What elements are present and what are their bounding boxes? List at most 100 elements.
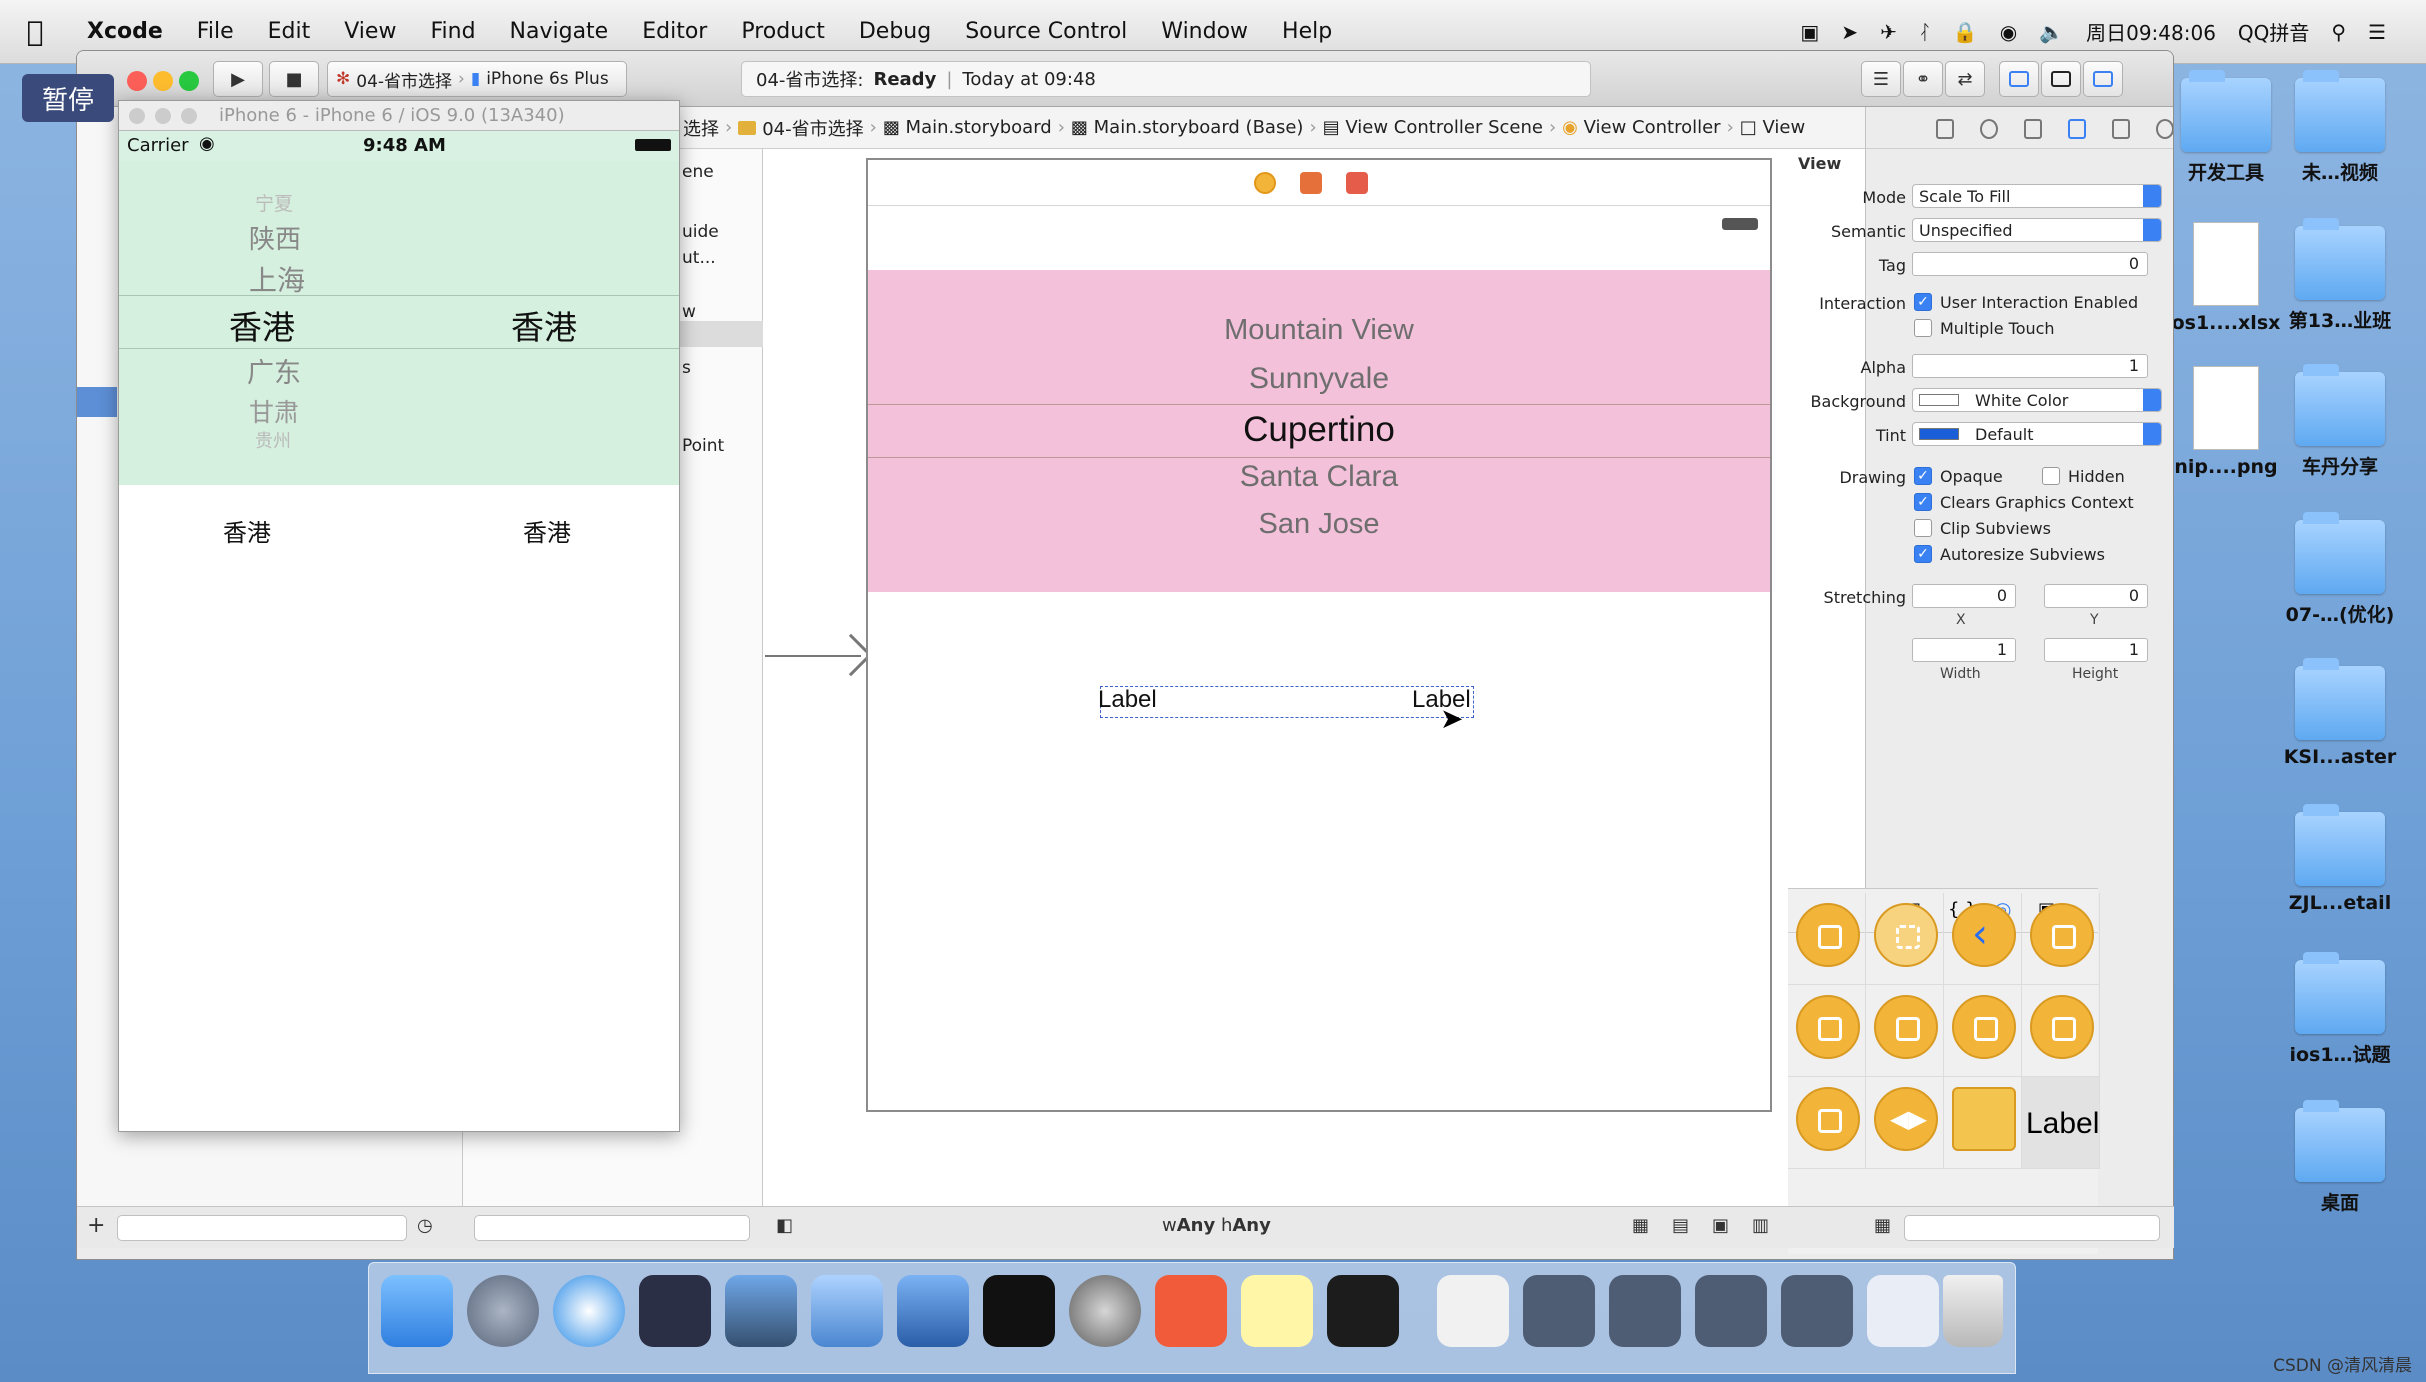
library-item[interactable] [1944, 985, 2022, 1077]
clears-graphics-checkbox[interactable]: ✓ [1914, 493, 1932, 511]
standard-editor-icon[interactable]: ☰ [1861, 61, 1901, 97]
launchpad-icon[interactable] [467, 1275, 539, 1347]
library-item[interactable] [1866, 985, 1944, 1077]
location-icon[interactable]: ➤ [1841, 20, 1858, 44]
tag-field[interactable]: 0 [1912, 252, 2148, 276]
minimized-window-icon[interactable] [1695, 1275, 1767, 1347]
wifi-icon[interactable]: ◉ [2000, 20, 2017, 44]
library-item[interactable] [1788, 893, 1866, 985]
pause-badge[interactable]: 暂停 [22, 74, 114, 122]
desktop-icon[interactable]: ZJL...etail [2272, 804, 2408, 914]
exit-icon[interactable] [1346, 172, 1368, 194]
outline-item[interactable]: ut... [682, 248, 716, 268]
system-preferences-icon[interactable] [1069, 1275, 1141, 1347]
desktop-icon[interactable]: 07-…(优化) [2272, 512, 2408, 627]
desktop-icon[interactable]: 未…视频 [2272, 70, 2408, 185]
menu-find[interactable]: Find [413, 19, 492, 44]
minimized-window-icon[interactable] [1523, 1275, 1595, 1347]
clip-subviews-checkbox[interactable] [1914, 519, 1932, 537]
outline-item[interactable]: s [682, 358, 691, 378]
library-item[interactable] [1866, 893, 1944, 985]
menu-view[interactable]: View [327, 19, 413, 44]
library-item[interactable]: ‹ [1944, 893, 2022, 985]
screen-record-icon[interactable]: ▣ [1800, 20, 1819, 44]
assistant-editor-icon[interactable]: ⚭ [1903, 61, 1943, 97]
navigator-filter-input[interactable] [117, 1215, 407, 1241]
xcode-icon[interactable] [811, 1275, 883, 1347]
recent-files-icon[interactable]: ◷ [417, 1215, 433, 1236]
align-icon[interactable]: ▤ [1672, 1215, 1689, 1236]
menu-source-control[interactable]: Source Control [948, 19, 1144, 44]
notification-center-icon[interactable]: ☰ [2368, 20, 2386, 44]
bluetooth-icon[interactable]: ᛮ [1919, 20, 1931, 44]
scheme-selector[interactable]: ✻ 04-省市选择 › ▮ iPhone 6s Plus [327, 61, 627, 97]
toggle-debug-area-icon[interactable] [2041, 61, 2081, 97]
library-filter-input[interactable] [1904, 1215, 2160, 1241]
view-controller-icon[interactable] [1254, 172, 1276, 194]
lock-icon[interactable]: 🔒 [1953, 20, 1978, 44]
jumpbar-item[interactable]: View Controller Scene [1345, 117, 1543, 138]
tint-popup[interactable]: Default [1912, 422, 2162, 446]
version-editor-icon[interactable]: ⇄ [1945, 61, 1985, 97]
preview-icon[interactable] [1437, 1275, 1509, 1347]
menu-app-name[interactable]: Xcode [70, 19, 180, 44]
jumpbar-item[interactable]: 选择 [683, 115, 719, 141]
airplane-icon[interactable]: ✈ [1880, 20, 1897, 44]
stretch-height-field[interactable]: 1 [2044, 638, 2148, 662]
stretch-width-field[interactable]: 1 [1912, 638, 2016, 662]
sim-minimize-icon[interactable] [155, 108, 171, 124]
presentation-app-icon[interactable] [1155, 1275, 1227, 1347]
outline-item[interactable]: Point [682, 436, 724, 456]
library-item[interactable] [1788, 985, 1866, 1077]
menu-file[interactable]: File [180, 19, 251, 44]
connections-inspector-icon[interactable] [2156, 119, 2173, 139]
jumpbar-item[interactable]: Main.storyboard [906, 117, 1052, 138]
add-icon[interactable]: + [87, 1213, 105, 1238]
desktop-icon[interactable]: 车丹分享 [2272, 364, 2408, 479]
minimized-window-icon[interactable] [1781, 1275, 1853, 1347]
menu-editor[interactable]: Editor [625, 19, 724, 44]
safari-icon[interactable] [553, 1275, 625, 1347]
finder-icon[interactable] [381, 1275, 453, 1347]
stretch-y-field[interactable]: 0 [2044, 584, 2148, 608]
stretch-x-field[interactable]: 0 [1912, 584, 2016, 608]
semantic-popup[interactable]: Unspecified [1912, 218, 2162, 242]
console-icon[interactable] [1327, 1275, 1399, 1347]
menu-product[interactable]: Product [724, 19, 842, 44]
background-popup[interactable]: White Color [1912, 388, 2162, 412]
mode-popup[interactable]: Scale To Fill [1912, 184, 2162, 208]
library-item[interactable] [1788, 1077, 1866, 1169]
resolve-issues-icon[interactable]: ▥ [1752, 1215, 1769, 1236]
view-controller-scene[interactable]: Mountain View Sunnyvale Cupertino Santa … [866, 158, 1772, 1112]
menu-help[interactable]: Help [1265, 19, 1349, 44]
desktop-icon[interactable]: KSI...aster [2272, 658, 2408, 768]
toggle-utilities-icon[interactable] [2083, 61, 2123, 97]
menu-window[interactable]: Window [1144, 19, 1265, 44]
autoresize-checkbox[interactable]: ✓ [1914, 545, 1932, 563]
size-class-control[interactable]: wAny hAny [1162, 1215, 1271, 1236]
volume-icon[interactable]: 🔈 [2039, 20, 2064, 44]
multiple-touch-checkbox[interactable] [1914, 319, 1932, 337]
jumpbar-item[interactable]: Main.storyboard (Base) [1094, 117, 1304, 138]
jumpbar-item[interactable]: 04-省市选择 [762, 115, 863, 141]
sim-close-icon[interactable] [129, 108, 145, 124]
terminal-icon[interactable] [983, 1275, 1055, 1347]
simulator-picker-view[interactable]: 宁夏 陕西 上海 香港 香港 广东 甘肃 贵州 [119, 161, 679, 485]
zoom-window-icon[interactable] [179, 71, 199, 91]
instruments-icon[interactable] [897, 1275, 969, 1347]
desktop-icon[interactable]: 第13…业班 [2272, 218, 2408, 333]
library-item-label[interactable]: Label [2022, 1077, 2100, 1169]
apple-menu-icon[interactable]:  [0, 15, 70, 48]
input-method[interactable]: QQ拼音 [2238, 17, 2309, 46]
minimize-window-icon[interactable] [153, 71, 173, 91]
library-item[interactable] [1944, 1077, 2022, 1169]
menu-clock[interactable]: 周日09:48:06 [2086, 17, 2216, 46]
outline-item[interactable]: w [682, 302, 696, 322]
desktop-icon[interactable]: 桌面 [2272, 1100, 2408, 1215]
size-inspector-icon[interactable] [2112, 119, 2130, 139]
library-item[interactable]: ◀▶ [1866, 1077, 1944, 1169]
run-button[interactable]: ▶ [213, 61, 263, 97]
pin-icon[interactable]: ▣ [1712, 1215, 1729, 1236]
desktop-icon[interactable]: ios1…试题 [2272, 952, 2408, 1067]
sim-zoom-icon[interactable] [181, 108, 197, 124]
